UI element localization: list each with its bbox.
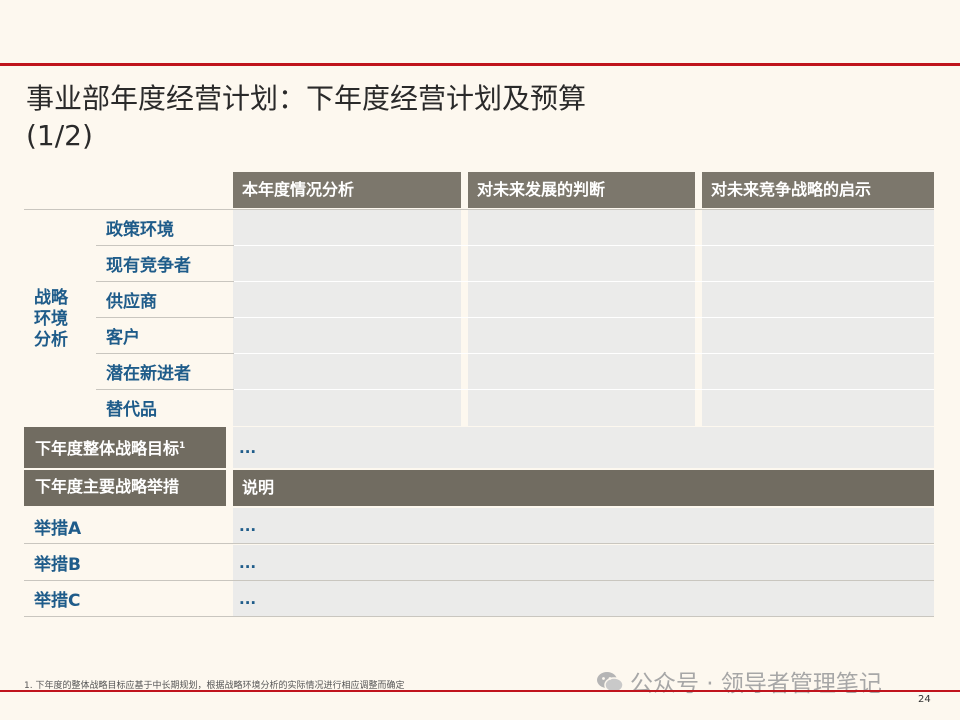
row-divider: [233, 353, 934, 354]
measure-b-label: 举措B: [34, 555, 81, 575]
page-title-line1: 事业部年度经营计划：下年度经营计划及预算: [26, 82, 587, 115]
measure-c-label: 举措C: [34, 591, 81, 611]
measures-label: 下年度主要战略举措: [35, 477, 180, 496]
target-label: 下年度整体战略目标: [35, 439, 180, 458]
measure-b-cell: ...: [233, 545, 934, 580]
measure-c-cell: ...: [233, 581, 934, 616]
target-label-cell: 下年度整体战略目标1: [24, 427, 226, 468]
row-divider: [233, 317, 934, 318]
target-value-cell: ...: [233, 427, 934, 468]
row-label-competitors: 现有竞争者: [106, 256, 191, 276]
row-divider-left: [96, 317, 234, 318]
header-future-judgment: 对未来发展的判断: [468, 172, 695, 208]
measures-header: 说明: [233, 470, 934, 506]
row-divider-left: [96, 281, 234, 282]
page-number: 24: [918, 694, 931, 705]
column-future-judgment: [468, 210, 695, 426]
row-label-new-entrants: 潜在新进者: [106, 364, 191, 384]
measure-c-value: ...: [239, 590, 257, 608]
strategy-env-label: 战略环境分析: [34, 288, 68, 350]
measure-a-label: 举措A: [34, 519, 82, 539]
page-title-line2: (1/2): [26, 119, 93, 152]
row-label-suppliers: 供应商: [106, 292, 157, 312]
header-strategy-insight: 对未来竞争战略的启示: [702, 172, 934, 208]
measure-a-value: ...: [239, 517, 257, 535]
top-rule: [0, 63, 960, 66]
row-divider-left: [96, 353, 234, 354]
header-current-year: 本年度情况分析: [233, 172, 461, 208]
wechat-icon: [596, 670, 624, 700]
column-current-year: [233, 210, 461, 426]
row-label-policy: 政策环境: [106, 220, 174, 240]
measure-b-value: ...: [239, 554, 257, 572]
measure-divider: [24, 543, 934, 544]
measure-divider: [24, 616, 934, 617]
target-value: ...: [239, 439, 257, 457]
row-divider: [233, 245, 934, 246]
row-divider: [233, 389, 934, 390]
measure-a-cell: ...: [233, 508, 934, 543]
page-title: 事业部年度经营计划：下年度经营计划及预算 (1/2): [26, 80, 926, 154]
watermark: 公众号 · 领导者管理笔记: [596, 664, 882, 700]
row-label-substitutes: 替代品: [106, 400, 157, 420]
row-divider-left: [96, 245, 234, 246]
row-label-customers: 客户: [106, 328, 140, 348]
target-footnote-mark: 1: [179, 441, 186, 451]
row-divider: [233, 281, 934, 282]
bottom-rule: [0, 690, 960, 692]
watermark-text: 公众号 · 领导者管理笔记: [630, 671, 882, 697]
measures-label-cell: 下年度主要战略举措: [24, 470, 226, 506]
column-strategy-insight: [702, 210, 934, 426]
row-divider-left: [96, 389, 234, 390]
